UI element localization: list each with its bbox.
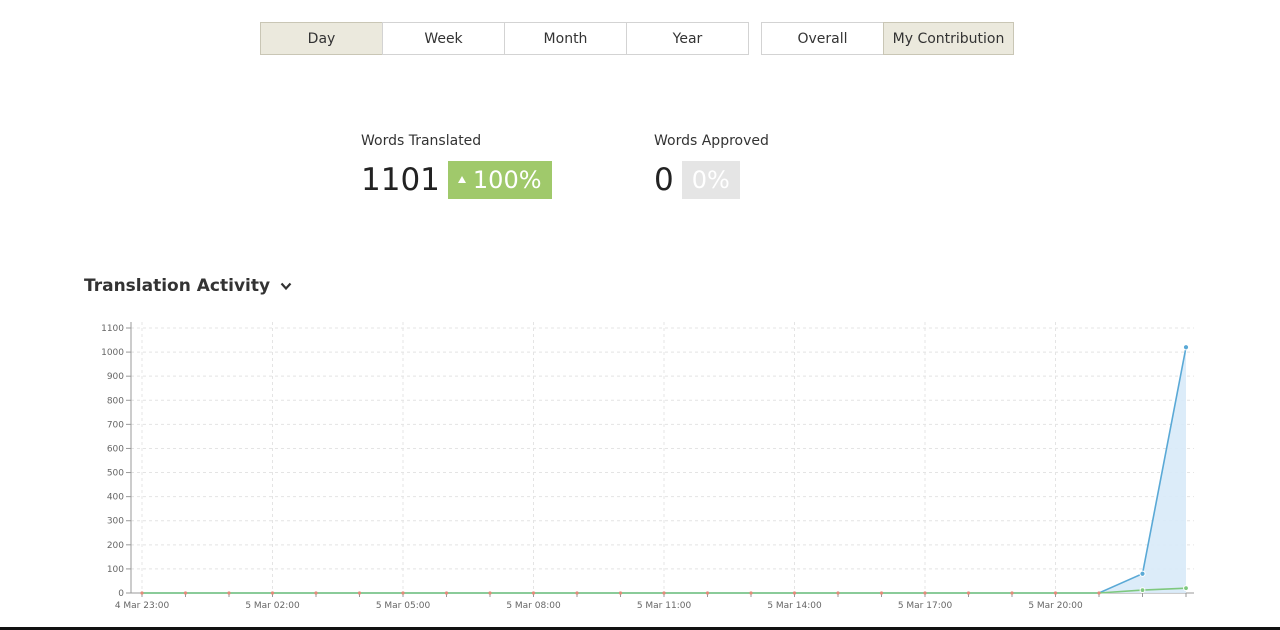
words-translated-change: 100% [472,166,542,194]
y-tick-label: 100 [107,565,124,575]
y-tick-label: 1000 [101,348,124,358]
baseline-point [705,591,710,595]
section-title: Translation Activity [84,276,271,296]
translation-activity-chart: 0 100 200 300 400 500 600 700 800 900 1000 1100 4 Ma… [101,322,1194,611]
words-translated-change-badge: 100% [447,161,552,199]
words-approved-label: Words Approved [654,133,769,149]
y-tick-label: 1100 [101,324,124,334]
baseline-point [662,591,666,595]
baseline-point [966,591,971,595]
translated-point [1139,570,1146,577]
baseline-point [836,591,840,595]
x-tick-label: 5 Mar 11:00 [637,601,692,611]
x-tick-label: 5 Mar 08:00 [506,601,561,611]
baseline-point [575,591,579,595]
words-approved-change-badge: 0% [681,161,740,199]
baseline-point [792,591,797,595]
x-tick-label: 5 Mar 17:00 [898,601,953,611]
baseline-point [401,591,405,595]
x-tick-label: 5 Mar 05:00 [376,601,431,611]
day-button[interactable]: Day [260,22,383,55]
baseline-point [357,591,362,595]
y-tick-label: 500 [107,469,124,479]
words-translated-label: Words Translated [361,133,482,149]
words-translated-stat: Words Translated 1101 100% [361,133,552,199]
baseline-point [488,591,492,595]
baseline-point [531,591,536,595]
y-tick-label: 300 [107,517,124,527]
approved-point [1139,587,1146,594]
baseline-point [1010,591,1014,595]
x-tick-label: 4 Mar 23:00 [115,601,170,611]
y-tick-label: 900 [107,372,124,382]
x-tick-label: 5 Mar 14:00 [767,601,822,611]
year-button[interactable]: Year [626,22,749,55]
words-approved-change: 0% [691,166,730,194]
y-tick-label: 800 [107,396,124,406]
baseline-point [314,591,318,595]
week-button[interactable]: Week [382,22,505,55]
baseline-point [444,591,449,595]
baseline-point [270,591,275,595]
approved-point [1183,585,1189,592]
baseline-point [923,591,927,595]
baseline-point [183,591,188,595]
baseline-point [879,591,884,595]
chevron-down-icon [280,282,292,291]
my-contribution-button[interactable]: My Contribution [883,22,1014,55]
y-tick-label: 200 [107,541,124,551]
x-tick-label: 5 Mar 20:00 [1028,601,1083,611]
period-selector: Day Week Month Year [260,22,749,55]
baseline-point [749,591,753,595]
translated-point [1182,344,1190,351]
y-tick-label: 700 [107,420,124,430]
trend-up-icon [457,175,466,183]
y-tick-label: 600 [107,444,124,454]
scope-selector: Overall My Contribution [761,22,1014,55]
words-approved-value: 0 [654,162,674,198]
month-button[interactable]: Month [504,22,627,55]
x-tick-label: 5 Mar 02:00 [245,601,300,611]
overall-button[interactable]: Overall [761,22,884,55]
baseline-point [140,591,144,595]
baseline-point [618,591,623,595]
baseline-point [227,591,231,595]
translation-activity-toggle[interactable]: Translation Activity [84,276,292,296]
words-translated-value: 1101 [361,162,440,198]
baseline-point [1053,591,1058,595]
y-tick-label: 0 [118,589,124,599]
y-tick-label: 400 [107,493,124,503]
words-approved-stat: Words Approved 0 0% [654,133,769,199]
baseline-point [1097,591,1101,595]
